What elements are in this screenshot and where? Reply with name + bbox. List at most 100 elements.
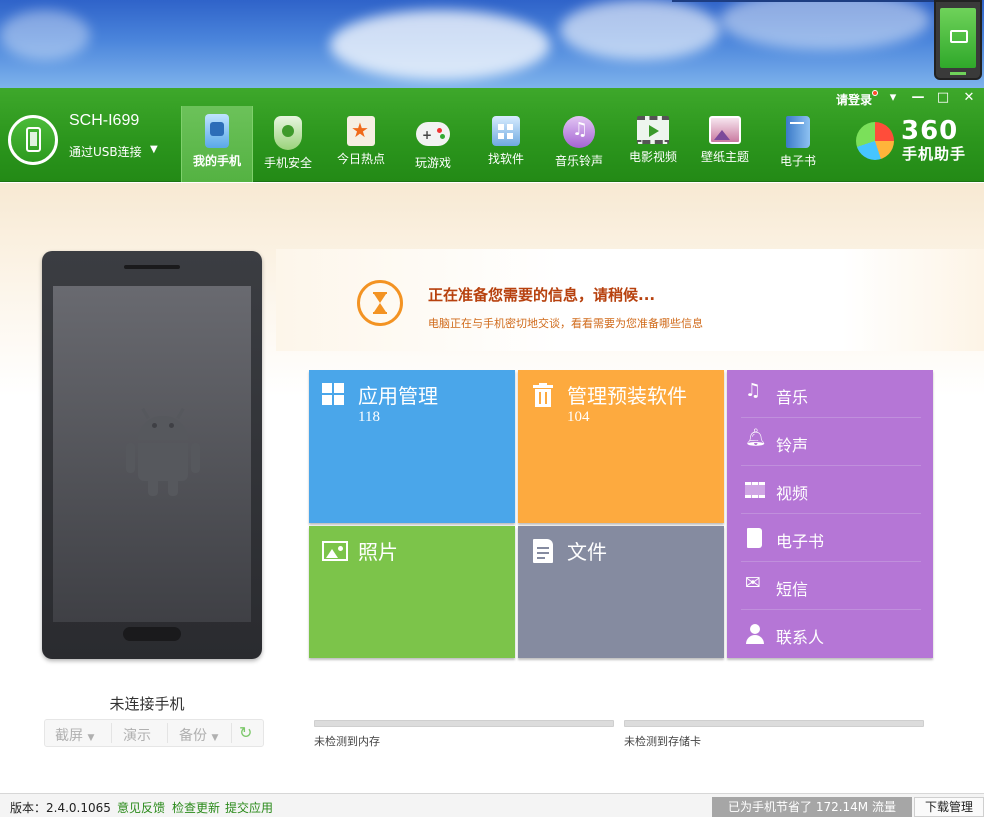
nav-find-software[interactable]: 找软件: [470, 108, 542, 182]
document-icon: [533, 539, 553, 563]
media-label: 联系人: [776, 628, 825, 647]
sdcard-bar: [624, 720, 924, 727]
tile-title: 管理预装软件: [567, 384, 687, 408]
connection-type[interactable]: 通过USB连接: [69, 143, 142, 160]
media-label: 视频: [776, 484, 809, 503]
film-icon: [745, 482, 765, 498]
nav-phone-security[interactable]: 手机安全: [252, 108, 324, 182]
nav-label: 我的手机: [192, 154, 241, 168]
version-label: 版本：2.4.0.1065: [10, 801, 111, 815]
tile-count: 104: [567, 409, 590, 425]
brand-number: 360: [901, 116, 959, 146]
photos-tile[interactable]: 照片: [309, 526, 515, 658]
grid-icon: [322, 383, 346, 407]
phone-action-bar: 截屏 ▼ 演示 备份 ▼ ↻: [44, 719, 264, 747]
download-manager-button[interactable]: 下载管理: [914, 797, 984, 817]
picture-icon: [322, 541, 348, 561]
book-icon: [786, 116, 810, 148]
cloud: [0, 10, 90, 60]
tile-title: 应用管理: [358, 384, 438, 408]
bell-icon: 🔔︎: [745, 428, 767, 448]
media-item-music[interactable]: ♫ 音乐: [741, 370, 921, 418]
check-update-link[interactable]: 检查更新: [172, 799, 220, 816]
phone-preview: [42, 251, 262, 659]
nav-play-games[interactable]: + 玩游戏: [397, 108, 469, 182]
media-label: 短信: [776, 580, 809, 599]
media-label: 电子书: [776, 532, 825, 551]
music-note-icon: ♫: [745, 380, 762, 401]
notification-dot: [872, 90, 878, 96]
top-border-line: [672, 0, 934, 2]
cloud: [560, 0, 720, 60]
backup-label: 备份: [179, 728, 207, 744]
hourglass-icon: [357, 280, 403, 326]
media-item-sms[interactable]: ✉ 短信: [741, 562, 921, 610]
gamepad-icon: +: [416, 122, 450, 146]
envelope-icon: ✉: [745, 572, 761, 594]
memory-status: 未检测到内存: [314, 735, 380, 748]
media-item-video[interactable]: 视频: [741, 466, 921, 514]
android-robot-icon: [126, 407, 200, 498]
media-item-ringtone[interactable]: 🔔︎ 铃声: [741, 418, 921, 466]
software-bag-icon: [492, 116, 520, 146]
music-note-icon: ♫: [563, 116, 595, 148]
tile-count: 118: [358, 409, 380, 425]
screenshot-button[interactable]: 截屏 ▼: [55, 725, 94, 745]
chevron-down-icon: ▼: [87, 733, 95, 743]
chevron-down-icon[interactable]: ▼: [150, 144, 158, 155]
submit-app-link[interactable]: 提交应用: [225, 799, 273, 816]
close-icon[interactable]: ✕: [961, 90, 977, 106]
divider: [111, 723, 112, 743]
film-icon: [637, 116, 669, 144]
nav-label: 手机安全: [263, 156, 312, 170]
phone-home-button: [123, 627, 181, 641]
phone-speaker: [124, 265, 180, 269]
media-item-ebook[interactable]: 电子书: [741, 514, 921, 562]
nav-wallpaper-themes[interactable]: 壁纸主题: [689, 108, 761, 182]
nav-movies-video[interactable]: 电影视频: [617, 108, 689, 182]
cloud: [330, 10, 550, 80]
backup-button[interactable]: 备份 ▼: [179, 725, 218, 745]
maximize-icon[interactable]: □: [935, 90, 951, 106]
nav-label: 今日热点: [336, 152, 385, 166]
brand-logo: 360 手机助手: [856, 116, 980, 163]
device-phone-icon[interactable]: [8, 115, 58, 165]
nav-today-hot[interactable]: ★ 今日热点: [325, 108, 397, 182]
phone-status: 未连接手机: [109, 695, 185, 713]
banner-subtitle: 电脑正在与手机密切地交谈，看看需要为您准备哪些信息: [428, 317, 703, 330]
nav-label: 电影视频: [628, 150, 677, 164]
memory-bar: [314, 720, 614, 727]
person-icon: [745, 624, 765, 644]
refresh-icon[interactable]: ↻: [239, 723, 252, 742]
desktop-phone-widget[interactable]: [934, 0, 982, 80]
nav-music-ringtones[interactable]: ♫ 音乐铃声: [543, 108, 615, 182]
nav-my-phone[interactable]: 我的手机: [181, 106, 253, 182]
brand-subtitle: 手机助手: [902, 145, 967, 163]
divider: [167, 723, 168, 743]
nav-ebooks[interactable]: 电子书: [762, 108, 834, 182]
main-content: 未连接手机 截屏 ▼ 演示 备份 ▼ ↻ 正在准备您需要的信息，请稍候... 电…: [0, 183, 984, 793]
trash-icon: [531, 383, 555, 407]
feedback-link[interactable]: 意见反馈: [117, 799, 165, 816]
media-item-contacts[interactable]: 联系人: [741, 610, 921, 658]
app-management-tile[interactable]: 应用管理 118: [309, 370, 515, 523]
book-icon: [747, 528, 762, 548]
data-saved-indicator: 已为手机节省了 172.14M 流量: [712, 797, 912, 817]
device-name: SCH-I699: [69, 112, 140, 129]
sdcard-status: 未检测到存储卡: [624, 735, 701, 748]
login-link[interactable]: 请登录: [836, 91, 872, 108]
demo-button[interactable]: 演示: [123, 725, 151, 745]
logo-ball-icon: [856, 122, 894, 160]
media-list-tile: ♫ 音乐 🔔︎ 铃声 视频 电子书 ✉ 短信 联系人: [727, 370, 933, 658]
nav-label: 玩游戏: [414, 156, 451, 170]
screenshot-label: 截屏: [55, 728, 83, 744]
menu-dropdown-icon[interactable]: ▾: [885, 90, 901, 106]
tile-title: 照片: [358, 540, 398, 564]
phone-screen: [53, 286, 251, 622]
info-banner: 正在准备您需要的信息，请稍候... 电脑正在与手机密切地交谈，看看需要为您准备哪…: [276, 249, 984, 351]
chevron-down-icon: ▼: [211, 733, 219, 743]
preinstalled-software-tile[interactable]: 管理预装软件 104: [518, 370, 724, 523]
minimize-icon[interactable]: —: [910, 90, 926, 106]
banner-title: 正在准备您需要的信息，请稍候...: [428, 286, 656, 304]
files-tile[interactable]: 文件: [518, 526, 724, 658]
